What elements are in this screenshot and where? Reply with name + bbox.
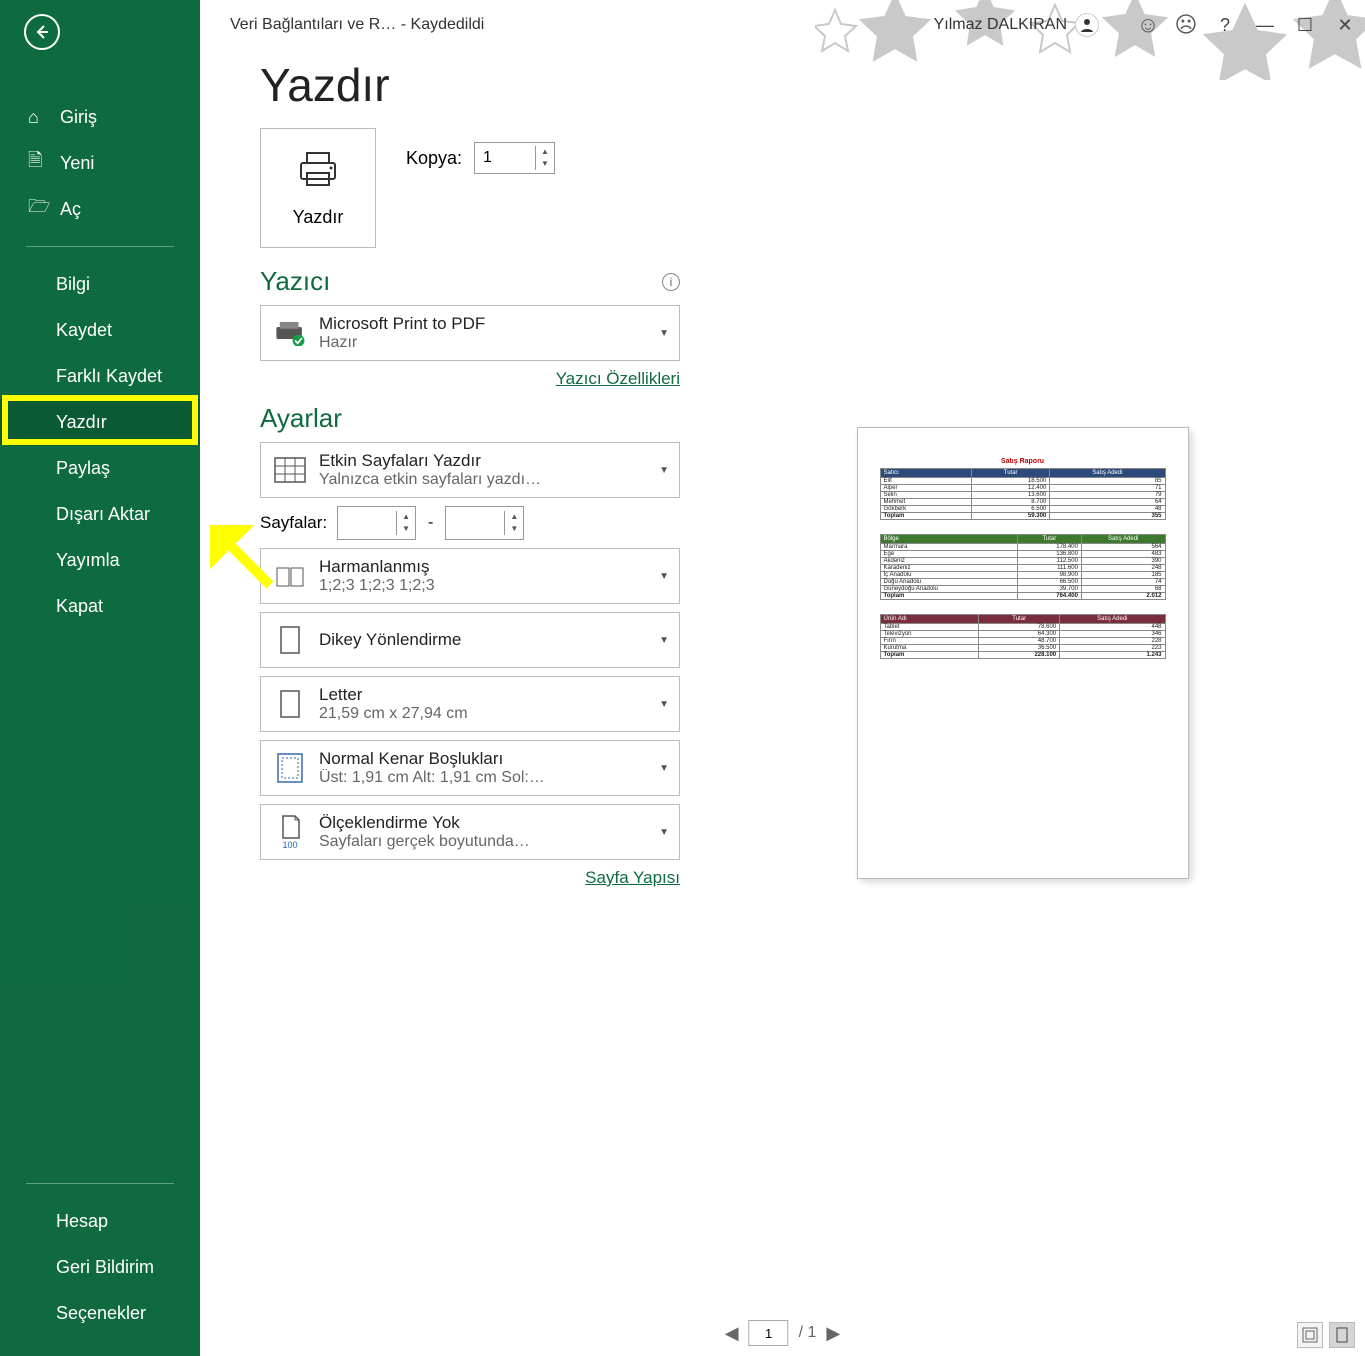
zoom-to-page-button[interactable] (1329, 1322, 1355, 1348)
margins-icon (271, 749, 309, 787)
avatar[interactable] (1075, 13, 1099, 37)
chevron-down-icon: ▼ (659, 571, 669, 582)
user-name: Yılmaz DALKIRAN (934, 16, 1067, 34)
help-button[interactable]: ? (1205, 15, 1245, 36)
minimize-button[interactable]: — (1245, 15, 1285, 36)
file-icon: 🗎 (28, 148, 54, 178)
page-number-input[interactable] (749, 1320, 789, 1346)
sheets-icon (271, 451, 309, 489)
document-title: Veri Bağlantıları ve R… - Kaydedildi (230, 16, 484, 34)
pages-to-input[interactable]: ▲▼ (445, 506, 524, 540)
copies-input[interactable]: ▲▼ (474, 142, 555, 174)
sidebar-item-label: Giriş (60, 107, 97, 128)
sidebar-item-hesap[interactable]: Hesap (0, 1198, 200, 1244)
what-to-print-dropdown[interactable]: Etkin Sayfaları Yazdır Yalnızca etkin sa… (260, 442, 680, 498)
print-button[interactable]: Yazdır (260, 128, 376, 248)
printer-dropdown[interactable]: Microsoft Print to PDF Hazır ▼ (260, 305, 680, 361)
chevron-down-icon: ▼ (659, 699, 669, 710)
paper-size-dropdown[interactable]: Letter 21,59 cm x 27,94 cm ▼ (260, 676, 680, 732)
title-bar: Veri Bağlantıları ve R… - Kaydedildi Yıl… (200, 0, 1365, 50)
backstage-sidebar: ⌂ Giriş 🗎 Yeni 🗁 Aç Bilgi Kaydet Farklı … (0, 0, 200, 1356)
orientation-dropdown[interactable]: Dikey Yönlendirme ▼ (260, 612, 680, 668)
show-margins-button[interactable] (1297, 1322, 1323, 1348)
scale-icon: 100 (271, 813, 309, 851)
spin-up-icon[interactable]: ▲ (536, 146, 554, 158)
chevron-down-icon: ▼ (659, 465, 669, 476)
prev-page-button[interactable]: ◀ (725, 1323, 739, 1344)
sidebar-item-label: Dışarı Aktar (56, 504, 150, 525)
chevron-down-icon: ▼ (659, 827, 669, 838)
chevron-down-icon: ▼ (659, 635, 669, 646)
chevron-down-icon: ▼ (659, 328, 669, 339)
settings-section-title: Ayarlar (260, 403, 680, 434)
page-title: Yazdır (260, 58, 1365, 112)
margins-dropdown[interactable]: Normal Kenar Boşlukları Üst: 1,91 cm Alt… (260, 740, 680, 796)
collation-dropdown[interactable]: Harmanlanmış 1;2;3 1;2;3 1;2;3 ▼ (260, 548, 680, 604)
sidebar-item-label: Yeni (60, 153, 94, 174)
printer-name: Microsoft Print to PDF (319, 314, 653, 334)
sidebar-item-kaydet[interactable]: Kaydet (0, 307, 200, 353)
info-icon[interactable]: i (662, 273, 680, 291)
sidebar-item-yeni[interactable]: 🗎 Yeni (0, 140, 200, 186)
sidebar-item-label: Farklı Kaydet (56, 366, 162, 387)
chevron-down-icon: ▼ (659, 763, 669, 774)
sidebar-item-paylaş[interactable]: Paylaş (0, 445, 200, 491)
sidebar-item-seçenekler[interactable]: Seçenekler (0, 1290, 200, 1336)
pages-from-input[interactable]: ▲▼ (337, 506, 416, 540)
sidebar-item-giriş[interactable]: ⌂ Giriş (0, 94, 200, 140)
portrait-icon (271, 621, 309, 659)
printer-icon (295, 149, 341, 199)
back-button[interactable] (24, 14, 60, 50)
next-page-button[interactable]: ▶ (826, 1323, 840, 1344)
print-button-label: Yazdır (293, 207, 344, 228)
sidebar-item-yazdır[interactable]: Yazdır (0, 399, 200, 445)
sidebar-item-dışarı aktar[interactable]: Dışarı Aktar (0, 491, 200, 537)
main-area: Yazdır Yazdır Kopya: ▲▼ (200, 50, 1365, 1356)
page-navigation: ◀ / 1 ▶ (725, 1320, 840, 1346)
printer-ready-icon (271, 314, 309, 352)
copies-label: Kopya: (406, 148, 462, 169)
sidebar-item-label: Paylaş (56, 458, 110, 479)
print-preview-page: Satış Raporu SatıcıTutarSatış AdediElif1… (858, 428, 1188, 878)
sidebar-item-bilgi[interactable]: Bilgi (0, 261, 200, 307)
spin-down-icon[interactable]: ▼ (536, 158, 554, 170)
sidebar-item-label: Kaydet (56, 320, 112, 341)
sidebar-item-label: Bilgi (56, 274, 90, 295)
sidebar-item-kapat[interactable]: Kapat (0, 583, 200, 629)
printer-properties-link[interactable]: Yazıcı Özellikleri (556, 369, 680, 388)
printer-status: Hazır (319, 334, 653, 352)
sidebar-item-farklı kaydet[interactable]: Farklı Kaydet (0, 353, 200, 399)
sidebar-item-label: Aç (60, 199, 81, 220)
printer-section-title: Yazıcı i (260, 266, 680, 297)
pages-label: Sayfalar: (260, 513, 327, 533)
sidebar-item-yayımla[interactable]: Yayımla (0, 537, 200, 583)
sidebar-item-label: Kapat (56, 596, 103, 617)
collate-icon (271, 557, 309, 595)
sidebar-item-aç[interactable]: 🗁 Aç (0, 186, 200, 232)
home-icon: ⌂ (28, 107, 54, 128)
folder-icon: 🗁 (28, 194, 54, 224)
sidebar-item-label: Geri Bildirim (56, 1257, 154, 1278)
sidebar-item-label: Hesap (56, 1211, 108, 1232)
paper-icon (271, 685, 309, 723)
close-button[interactable]: ✕ (1325, 15, 1365, 36)
sidebar-item-label: Yayımla (56, 550, 120, 571)
scaling-dropdown[interactable]: 100 Ölçeklendirme Yok Sayfaları gerçek b… (260, 804, 680, 860)
page-setup-link[interactable]: Sayfa Yapısı (585, 868, 680, 887)
page-count: / 1 (799, 1324, 817, 1342)
sidebar-item-geri bildirim[interactable]: Geri Bildirim (0, 1244, 200, 1290)
sidebar-item-label: Yazdır (56, 412, 107, 433)
smile-icon[interactable]: ☺ (1133, 12, 1163, 38)
sidebar-item-label: Seçenekler (56, 1303, 146, 1324)
maximize-button[interactable]: ☐ (1285, 15, 1325, 36)
frown-icon[interactable]: ☹ (1171, 12, 1201, 38)
